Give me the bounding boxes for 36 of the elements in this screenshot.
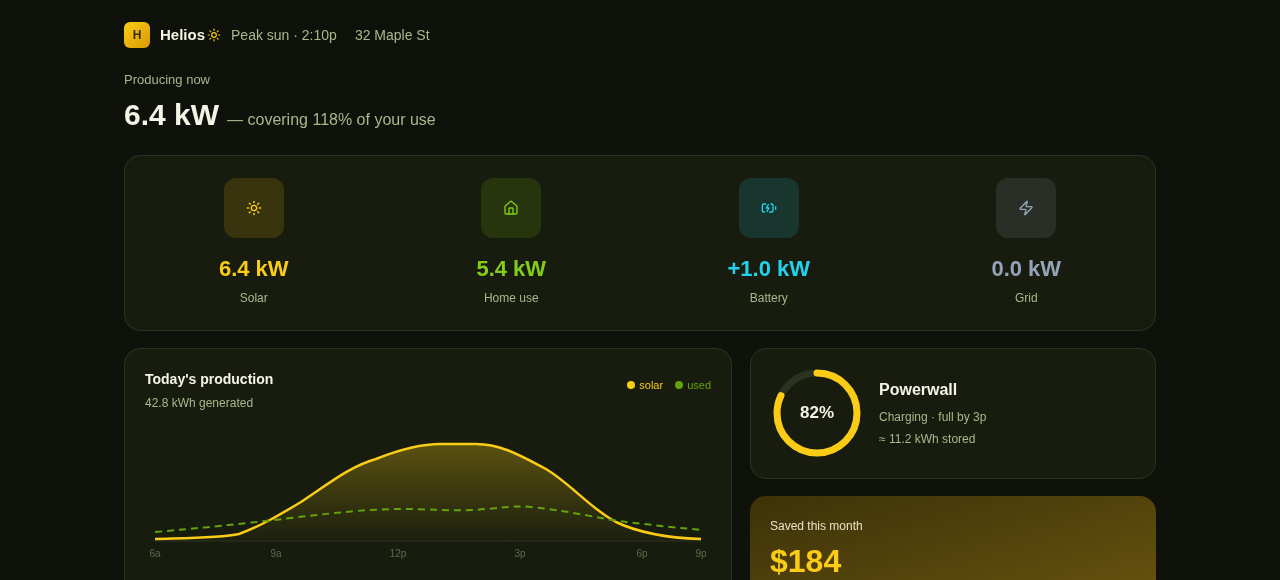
brand-name: Helios bbox=[160, 24, 205, 45]
legend-label: used bbox=[687, 377, 711, 393]
flow-label: Solar bbox=[239, 290, 268, 307]
powerwall-status: Charging · full by 3p bbox=[879, 409, 987, 426]
battery-charging-icon bbox=[760, 200, 777, 216]
flow-value: 0.0 kW bbox=[991, 255, 1062, 283]
hero-value: 6.4 kW bbox=[124, 96, 220, 133]
logo-badge: H bbox=[124, 22, 150, 48]
card-title: Today's production bbox=[145, 369, 274, 389]
axis-label: 9a bbox=[270, 546, 282, 561]
flow-value: 5.4 kW bbox=[476, 255, 547, 283]
charge-percent: 82% bbox=[800, 402, 834, 425]
savings-label: Saved this month bbox=[770, 517, 864, 535]
axis-label: 6a bbox=[149, 546, 161, 561]
axis-label: 6p bbox=[636, 546, 648, 561]
flow-label: Home use bbox=[483, 290, 539, 307]
flow-label: Grid bbox=[1014, 290, 1038, 307]
sun-icon bbox=[245, 200, 262, 216]
legend-label: solar bbox=[639, 377, 664, 393]
powerwall-title: Powerwall bbox=[879, 380, 959, 400]
lightning-icon bbox=[1018, 200, 1035, 216]
hero-note: — covering 118% of your use bbox=[227, 109, 436, 130]
card-subtitle: 42.8 kWh generated bbox=[145, 394, 255, 412]
status-text: Peak sun · 2:10p bbox=[231, 25, 337, 45]
address-text: 32 Maple St bbox=[354, 25, 430, 45]
powerwall-stored: ≈ 11.2 kWh stored bbox=[879, 431, 977, 448]
flow-value: 6.4 kW bbox=[218, 255, 289, 283]
flow-label: Battery bbox=[749, 290, 788, 307]
hero-label: Producing now bbox=[124, 71, 211, 89]
flow-value: +1.0 kW bbox=[727, 255, 810, 283]
house-icon bbox=[503, 200, 520, 216]
axis-label: 12p bbox=[389, 546, 407, 561]
axis-label: 3p bbox=[514, 546, 526, 561]
sun-icon bbox=[207, 28, 221, 42]
savings-value: $184 bbox=[770, 541, 843, 580]
axis-label: 9p bbox=[695, 546, 707, 561]
